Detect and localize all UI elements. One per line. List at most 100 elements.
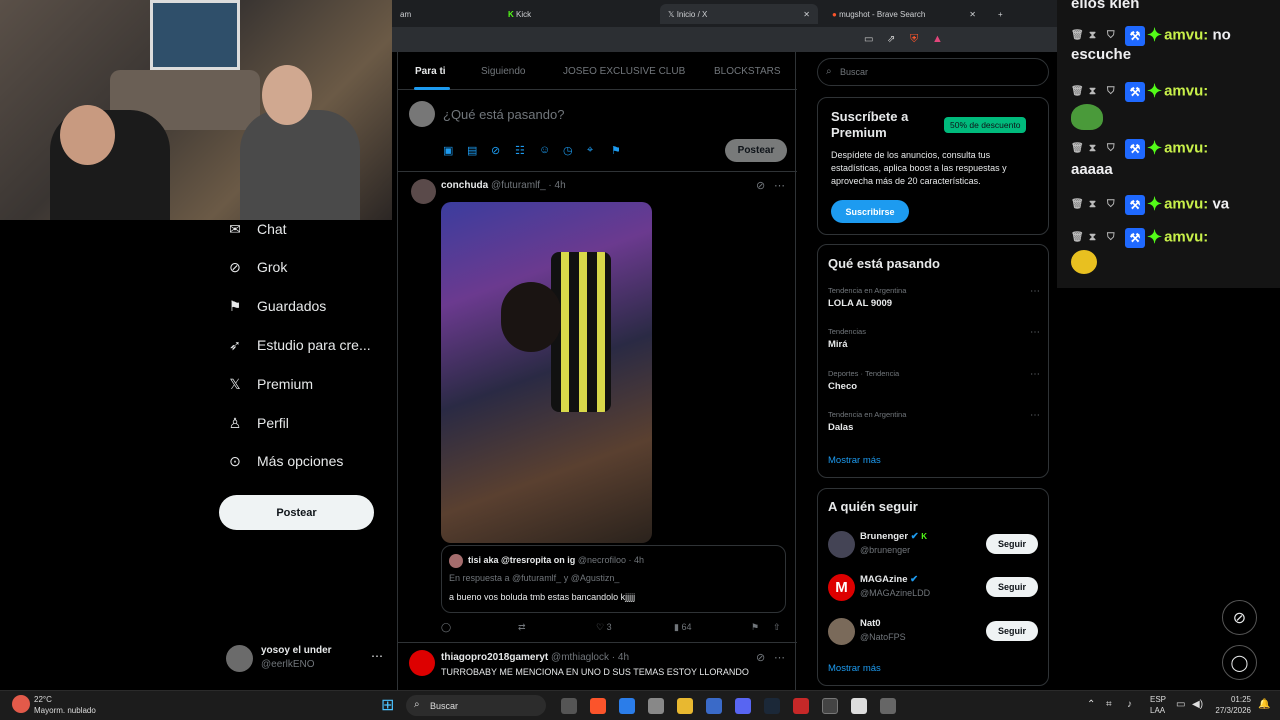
chat-username[interactable]: amvu: [1164, 228, 1208, 245]
language-layout[interactable]: LAA [1150, 706, 1165, 715]
bookmark-icon[interactable]: ⚑ [751, 622, 759, 633]
nav-chat[interactable]: ✉ Chat [227, 217, 286, 241]
chat-username[interactable]: amvu: [1164, 195, 1208, 212]
post-media-image[interactable] [441, 202, 652, 543]
repost-icon[interactable]: ⇄ [518, 622, 526, 633]
clock-time[interactable]: 01:25 [1215, 695, 1251, 704]
search-input[interactable]: ⌕ Buscar [817, 58, 1049, 86]
timeout-icon[interactable]: ⧗ [1089, 232, 1099, 243]
more-icon[interactable]: ⋯ [1030, 286, 1040, 297]
tab-brave-search[interactable]: ● mugshot - Brave Search ✕ [824, 4, 984, 24]
trend-item[interactable]: Tendencias Mirá ⋯ [828, 327, 1040, 357]
poll-icon[interactable]: ☷ [515, 144, 525, 157]
tab-am[interactable]: am [392, 4, 419, 24]
trash-icon[interactable]: 🗑 [1071, 30, 1084, 41]
tab-inicio-x[interactable]: 𝕏 Inicio / X ✕ [660, 4, 818, 24]
grok-icon[interactable]: ⊘ [756, 651, 765, 664]
post-author[interactable]: thiagopro2018gameryt [441, 652, 548, 663]
nav-premium[interactable]: 𝕏 Premium [227, 372, 313, 396]
schedule-icon[interactable]: ◷ [563, 144, 573, 157]
weather-desc[interactable]: Mayorm. nublado [34, 706, 96, 715]
emoji-icon[interactable]: ☺ [539, 144, 550, 156]
more-icon[interactable]: ⋯ [1030, 410, 1040, 421]
screenshot-icon[interactable]: ▭ [864, 34, 873, 45]
tab-para-ti[interactable]: Para ti [415, 66, 446, 77]
follow-button[interactable]: Seguir [986, 534, 1038, 554]
network-icon[interactable]: ⌗ [1106, 699, 1112, 710]
nav-perfil[interactable]: ♙ Perfil [227, 411, 289, 435]
display-icon[interactable]: ▭ [1176, 699, 1185, 710]
chat-username[interactable]: amvu: [1164, 139, 1208, 156]
trend-item[interactable]: Tendencia en Argentina Dalas ⋯ [828, 410, 1040, 440]
more-icon[interactable]: ⋯ [371, 649, 383, 663]
app-icon[interactable] [880, 698, 896, 714]
nav-estudio[interactable]: ➶ Estudio para cre... [227, 333, 371, 357]
notepad-icon[interactable] [619, 698, 635, 714]
chat-username[interactable]: amvu: [1164, 82, 1208, 99]
reply-icon[interactable]: ◯ [441, 622, 451, 633]
show-more-link[interactable]: Mostrar más [828, 455, 881, 466]
timeout-icon[interactable]: ⧗ [1089, 199, 1099, 210]
share-icon[interactable]: ⇧ [773, 622, 781, 633]
quoted-post[interactable]: tisi aka @tresropita on ig @necrofiloo ·… [441, 545, 786, 613]
chevron-up-icon[interactable]: ⌃ [1087, 699, 1095, 710]
tab-kick[interactable]: K Kick [500, 4, 660, 24]
brave-icon[interactable] [590, 698, 606, 714]
timeout-icon[interactable]: ⧗ [1089, 143, 1099, 154]
timeout-icon[interactable]: ⧗ [1089, 30, 1099, 41]
nav-guardados[interactable]: ⚑ Guardados [227, 294, 327, 318]
new-tab-button[interactable]: + [990, 4, 1011, 24]
app-icon[interactable] [706, 698, 722, 714]
grok-icon[interactable]: ⊘ [756, 179, 765, 192]
task-view-icon[interactable] [561, 698, 577, 714]
post-button[interactable]: Postear [219, 495, 374, 530]
windows-start-icon[interactable]: ⊞ [381, 697, 398, 714]
subscribe-button[interactable]: Suscribirse [831, 200, 909, 223]
calculator-icon[interactable] [648, 698, 664, 714]
share-icon[interactable]: ⇗ [887, 34, 895, 45]
nav-grok[interactable]: ⊘ Grok [227, 255, 287, 279]
taskbar-search[interactable]: ⌕ Buscar [406, 695, 546, 716]
tab-joseo[interactable]: JOSEO EXCLUSIVE CLUB [563, 66, 685, 77]
grok-icon[interactable]: ⊘ [1222, 600, 1257, 635]
more-icon[interactable]: ⋯ [774, 179, 785, 192]
gif-icon[interactable]: ▤ [467, 144, 477, 157]
app-icon[interactable] [851, 698, 867, 714]
more-icon[interactable]: ⋯ [1030, 327, 1040, 338]
clock-date[interactable]: 27/3/2026 [1205, 706, 1251, 715]
composer-post-button[interactable]: Postear [725, 139, 787, 162]
discord-icon[interactable] [735, 698, 751, 714]
timeout-icon[interactable]: ⧗ [1089, 86, 1099, 97]
follow-button[interactable]: Seguir [986, 577, 1038, 597]
trash-icon[interactable]: 🗑 [1071, 232, 1084, 243]
trash-icon[interactable]: 🗑 [1071, 86, 1084, 97]
grok-icon[interactable]: ⊘ [491, 144, 500, 157]
trash-icon[interactable]: 🗑 [1071, 143, 1084, 154]
more-icon[interactable]: ⋯ [774, 651, 785, 664]
follow-button[interactable]: Seguir [986, 621, 1038, 641]
more-icon[interactable]: ⋯ [1030, 369, 1040, 380]
account-switcher[interactable]: yosoy el under @eerlkENO ⋯ [226, 645, 386, 675]
brave-rewards-icon[interactable]: ▲ [932, 33, 943, 45]
tab-blockstars[interactable]: BLOCKSTARS [714, 66, 781, 77]
close-icon[interactable]: ✕ [803, 10, 810, 19]
tab-siguiendo[interactable]: Siguiendo [481, 66, 525, 77]
chat-username[interactable]: amvu: [1164, 26, 1208, 43]
obs-icon[interactable] [822, 698, 838, 714]
post-author[interactable]: conchuda [441, 180, 488, 191]
show-more-link[interactable]: Mostrar más [828, 663, 881, 674]
steam-icon[interactable] [764, 698, 780, 714]
views-button[interactable]: ▮ 64 [674, 622, 691, 633]
trend-item[interactable]: Deportes · Tendencia Checo ⋯ [828, 369, 1040, 399]
follow-suggestion[interactable]: Brunenger ✔ K @brunenger Seguir [818, 529, 1048, 561]
flag-icon[interactable]: ⚑ [611, 144, 621, 157]
nav-mas-opciones[interactable]: ⊙ Más opciones [227, 449, 343, 473]
weather-icon[interactable] [12, 695, 30, 713]
brave-shield-icon[interactable]: ⛨ [910, 33, 918, 46]
location-icon[interactable]: ⌖ [587, 144, 593, 157]
volume-icon[interactable]: ◀) [1192, 699, 1203, 710]
close-icon[interactable]: ✕ [969, 10, 976, 19]
messages-icon[interactable]: ◯ [1222, 645, 1257, 680]
like-button[interactable]: ♡ 3 [596, 622, 612, 633]
file-explorer-icon[interactable] [677, 698, 693, 714]
